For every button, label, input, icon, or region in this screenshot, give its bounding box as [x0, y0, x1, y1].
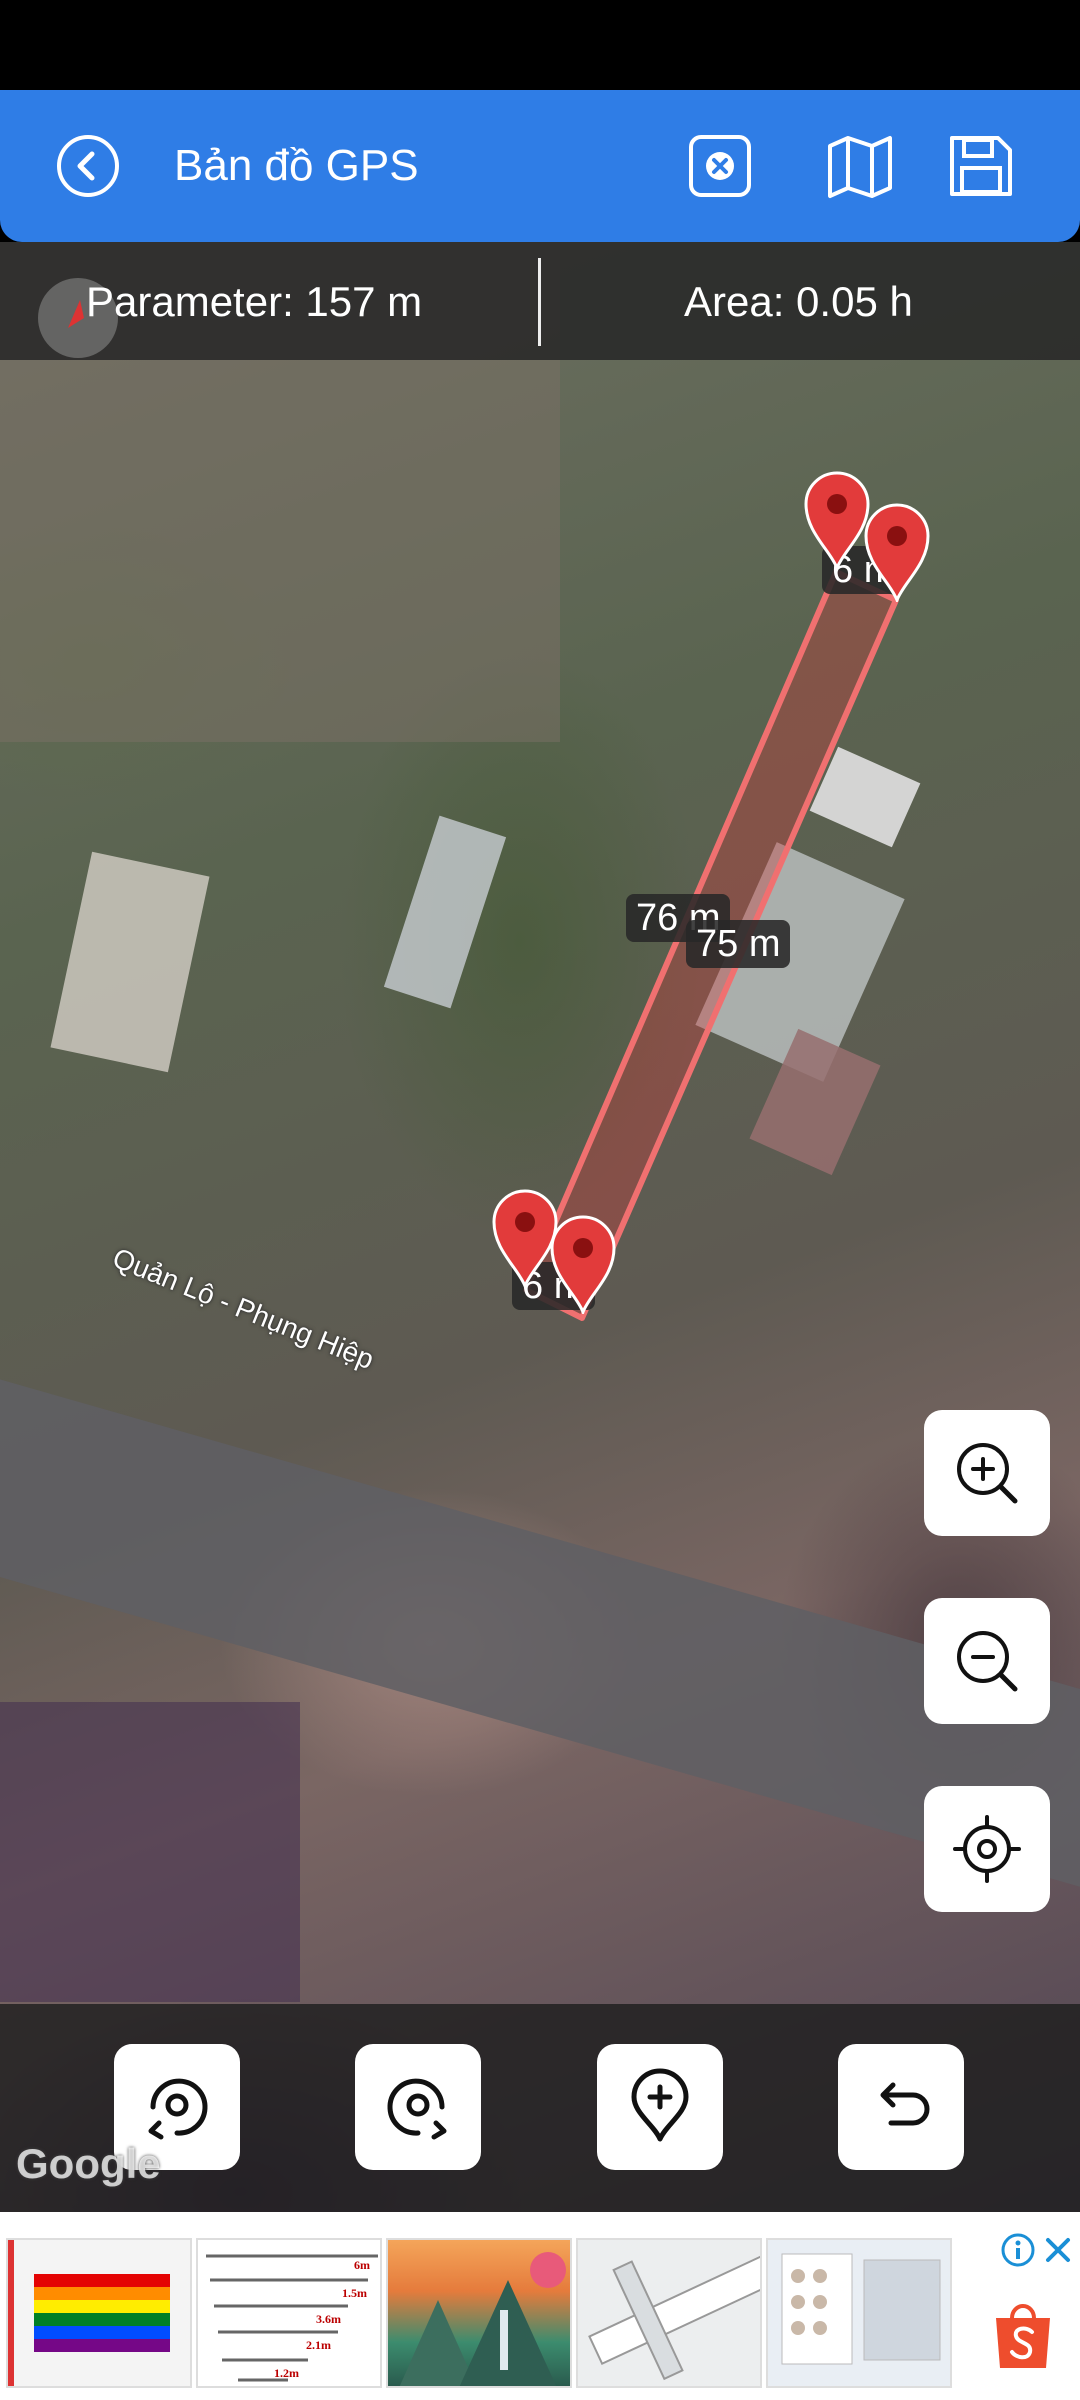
- photo-collage-image: [781, 2253, 941, 2365]
- undo-icon: [880, 2082, 930, 2126]
- rotate-right-location-icon: [387, 2078, 447, 2140]
- zoom-in-icon: [957, 1443, 1018, 1504]
- map-pin-icon: [864, 503, 930, 605]
- ad-info-icon[interactable]: [1000, 2232, 1036, 2268]
- measurement-info-bar: Parameter: 157 m Area: 0.05 h: [0, 242, 1080, 360]
- rotate-right-button[interactable]: [355, 2044, 481, 2170]
- map-building: [809, 746, 921, 848]
- map-pond: [0, 1702, 300, 2002]
- size-label: 3.6m: [316, 2312, 341, 2326]
- location-pin[interactable]: [548, 1214, 618, 1317]
- map-type-button[interactable]: [818, 124, 902, 208]
- rotate-left-location-icon: [148, 2078, 208, 2140]
- zoom-in-button[interactable]: [924, 1410, 1050, 1536]
- undo-button[interactable]: [838, 2044, 964, 2170]
- ad-thumbnail-ruler[interactable]: [576, 2238, 762, 2388]
- page-title: Bản đồ GPS: [174, 141, 419, 190]
- status-bar: [0, 0, 1080, 90]
- size-label: 6m: [354, 2258, 370, 2272]
- road-label: Quản Lộ - Phụng Hiệp: [108, 1242, 379, 1376]
- floppy-disk-icon: [950, 136, 1012, 196]
- map-icon: [828, 136, 892, 198]
- map-pin-icon: [550, 1215, 616, 1317]
- shopee-bag-icon: [996, 2304, 1050, 2368]
- ad-thumbnail-poles[interactable]: 6m 1.5m 3.6m 2.1m 1.2m: [196, 2238, 382, 2388]
- ad-thumbnail-photo-collage[interactable]: [766, 2238, 952, 2388]
- size-label: 2.1m: [306, 2338, 331, 2352]
- ad-banner[interactable]: 6m 1.5m 3.6m 2.1m 1.2m: [0, 2212, 1080, 2400]
- landscape-painting-image: [399, 2252, 566, 2386]
- perimeter-value: Parameter: 157 m: [86, 278, 423, 325]
- size-label: 1.5m: [342, 2286, 367, 2300]
- ad-thumbnail-rainbow-flag[interactable]: [6, 2238, 192, 2388]
- close-square-icon: [689, 135, 751, 197]
- google-attribution: Google: [16, 2140, 161, 2187]
- save-button[interactable]: [938, 124, 1022, 208]
- segment-length-right: 75 m: [686, 920, 791, 968]
- add-location-pin-icon: [631, 2068, 689, 2142]
- app-header: Bản đồ GPS: [0, 90, 1080, 242]
- ad-close-icon[interactable]: [1040, 2232, 1076, 2268]
- add-point-button[interactable]: [597, 2044, 723, 2170]
- ruler-image: [588, 2254, 760, 2381]
- zoom-out-icon: [957, 1631, 1018, 1692]
- map-building: [383, 815, 507, 1009]
- crosshair-icon: [953, 1815, 1021, 1883]
- bottom-toolbar: [0, 2004, 1080, 2212]
- back-button[interactable]: [46, 124, 130, 208]
- my-location-button[interactable]: [924, 1786, 1050, 1912]
- chevron-left-circle-icon: [57, 135, 119, 197]
- zoom-out-button[interactable]: [924, 1598, 1050, 1724]
- map-building: [50, 851, 210, 1073]
- info-divider: [538, 258, 541, 346]
- size-label: 1.2m: [274, 2366, 299, 2380]
- location-pin[interactable]: [862, 502, 932, 605]
- clear-button[interactable]: [678, 124, 762, 208]
- ad-thumbnail-landscape-painting[interactable]: [386, 2238, 572, 2388]
- rainbow-flag-image: [8, 2240, 170, 2386]
- area-value: Area: 0.05 h: [684, 278, 913, 325]
